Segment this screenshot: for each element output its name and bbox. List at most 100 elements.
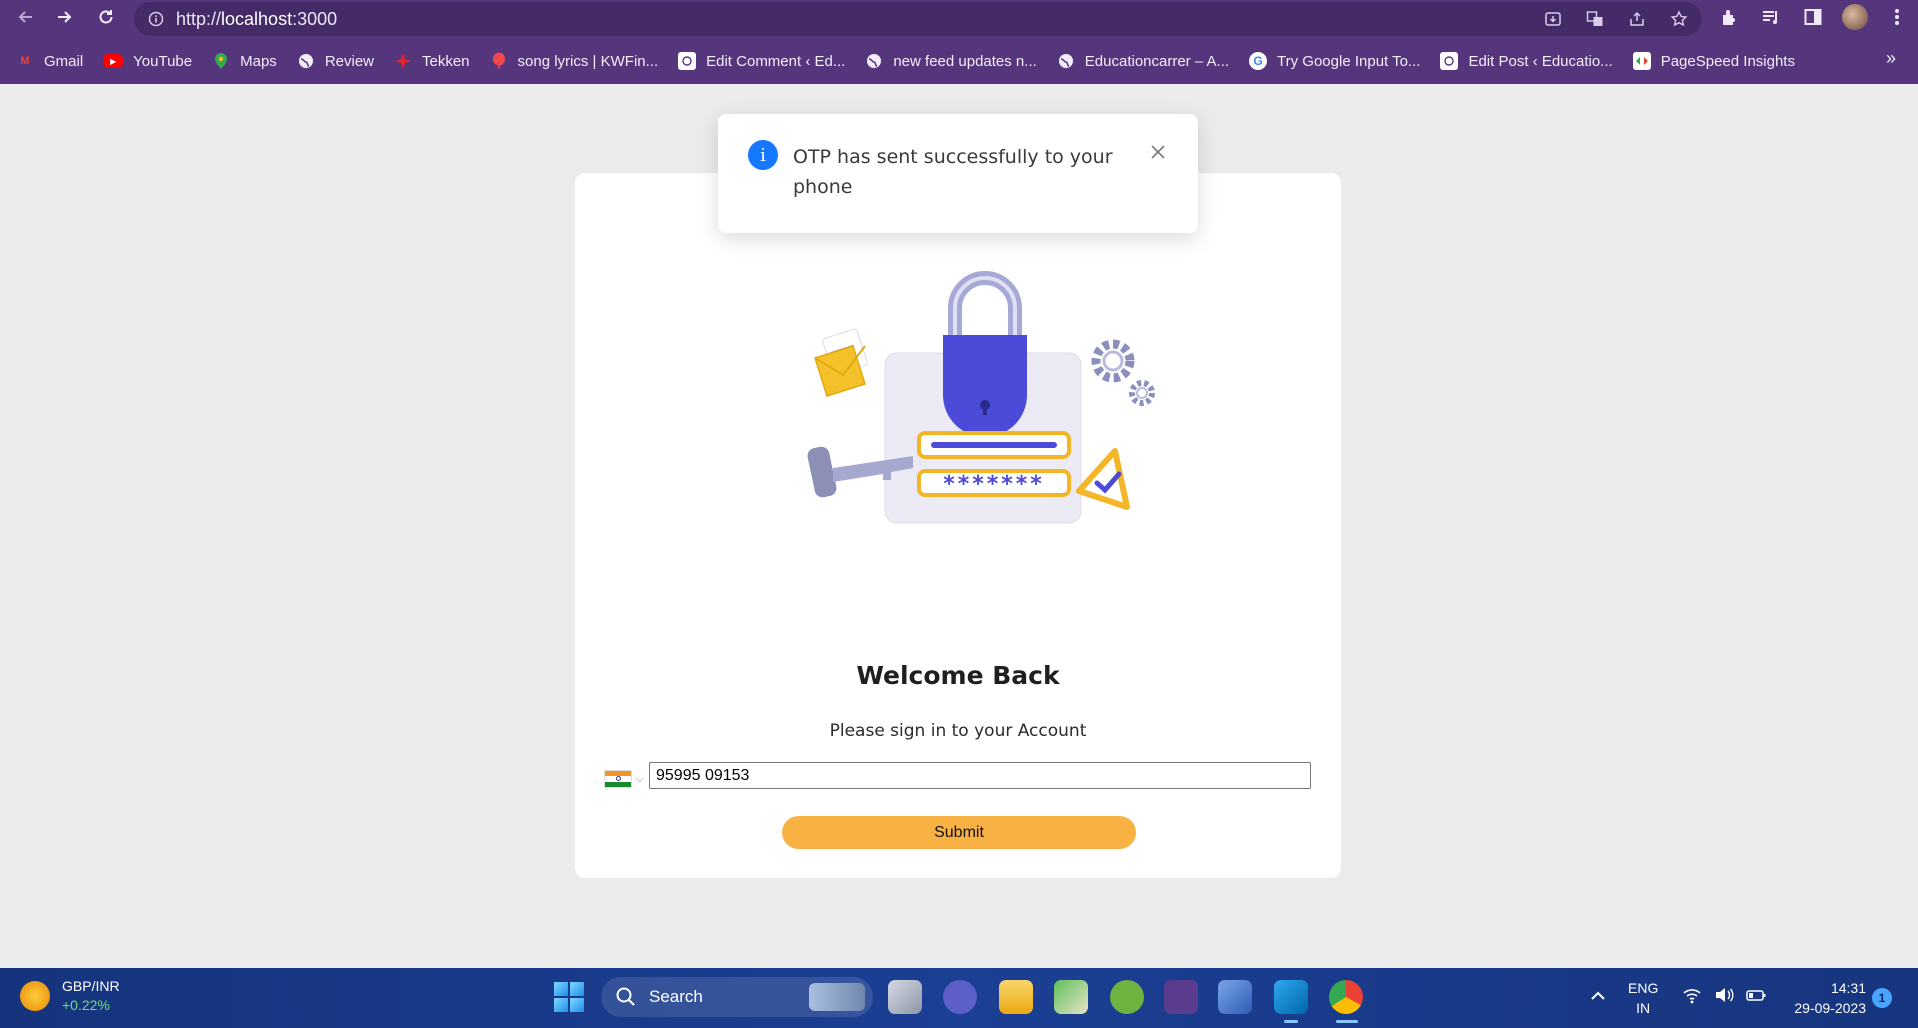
bookmark-google-input[interactable]: G Try Google Input To... [1249, 46, 1420, 76]
bookmark-youtube[interactable]: ▶ YouTube [103, 46, 192, 76]
file-explorer-icon[interactable] [999, 980, 1033, 1014]
clock-date: 29-09-2023 [1794, 1000, 1866, 1016]
share-icon[interactable] [1626, 8, 1648, 30]
start-button[interactable] [554, 982, 584, 1012]
forward-button[interactable] [50, 4, 78, 30]
chevron-up-icon[interactable] [1588, 986, 1608, 1006]
arrow-right-icon [58, 11, 72, 23]
bookmark-edit-comment[interactable]: Edit Comment ‹ Ed... [678, 46, 845, 76]
bookmark-pagespeed[interactable]: PageSpeed Insights [1632, 46, 1795, 76]
submit-button[interactable]: Submit [782, 816, 1136, 849]
bookmark-label: YouTube [133, 52, 193, 70]
browser-chrome: http://localhost:3000 M Gmail ▶ YouTube Ma… [0, 0, 1918, 84]
taskbar-search[interactable]: Search [601, 977, 873, 1017]
task-view-icon[interactable] [888, 980, 922, 1014]
app-icon[interactable] [1164, 980, 1198, 1014]
widget-title: GBP/INR [62, 978, 120, 994]
bookmark-label: Edit Post ‹ Educatio... [1468, 52, 1613, 70]
teams-chat-icon[interactable] [943, 980, 977, 1014]
bookmark-label: song lyrics | KWFin... [517, 52, 659, 70]
info-icon: i [748, 140, 778, 170]
kwfinder-icon [490, 52, 508, 70]
widget-change: +0.22% [62, 997, 110, 1013]
bookmark-label: Gmail [44, 52, 84, 70]
bookmark-gmail[interactable]: M Gmail [16, 46, 83, 76]
url-host: localhost [221, 8, 293, 29]
bookmark-edit-post[interactable]: Edit Post ‹ Educatio... [1440, 46, 1613, 76]
close-toast-button[interactable] [1146, 140, 1170, 164]
bookmark-kwfinder[interactable]: song lyrics | KWFin... [490, 46, 659, 76]
vscode-running-indicator [1284, 1020, 1298, 1023]
bookmark-label: new feed updates n... [893, 52, 1037, 70]
side-panel-icon[interactable] [1800, 4, 1826, 30]
globe-icon [297, 52, 315, 70]
language-code: ENG [1628, 980, 1659, 996]
site-icon [1440, 52, 1459, 70]
bookmark-label: PageSpeed Insights [1660, 52, 1795, 70]
check-triangle-icon [1076, 448, 1130, 510]
toast-message: OTP has sent successfully to your phone [793, 146, 1113, 198]
maps-icon [212, 52, 230, 70]
currency-widget[interactable]: GBP/INR +0.22% [20, 978, 120, 1013]
remote-desktop-icon[interactable] [1218, 980, 1252, 1014]
notepad-icon[interactable] [1054, 980, 1088, 1014]
language-indicator[interactable]: ENG IN [1628, 978, 1658, 1018]
site-info-icon[interactable] [148, 11, 164, 27]
bookmark-maps[interactable]: Maps [212, 46, 277, 76]
spring-tool-icon[interactable] [1110, 980, 1144, 1014]
security-lock-illustration: ******* [807, 271, 1155, 524]
chrome-running-indicator [1336, 1020, 1358, 1023]
extensions-icon[interactable] [1716, 4, 1742, 30]
wifi-icon [1683, 989, 1701, 1004]
translate-icon[interactable] [1584, 8, 1606, 30]
battery-icon [1746, 990, 1766, 1001]
profile-avatar[interactable] [1842, 4, 1868, 30]
tekken-icon [394, 52, 412, 70]
arrow-left-icon [18, 11, 32, 23]
bookmark-star-icon[interactable] [1668, 8, 1690, 30]
notification-badge[interactable]: 1 [1872, 988, 1892, 1008]
reading-list-icon[interactable] [1758, 4, 1784, 30]
bookmark-label: Edit Comment ‹ Ed... [706, 52, 846, 70]
browser-actions [1716, 4, 1910, 30]
india-flag-icon [604, 770, 632, 788]
taskbar-clock[interactable]: 14:31 29-09-2023 [1780, 978, 1866, 1018]
omnibox-actions [1542, 8, 1690, 30]
globe-icon [1057, 52, 1075, 70]
url-port: :3000 [292, 8, 338, 29]
avatar [1842, 4, 1868, 30]
bookmarks-overflow-button[interactable]: » [1886, 48, 1896, 69]
url-scheme: http:// [176, 8, 222, 29]
search-icon [616, 987, 635, 1006]
system-tray-icons[interactable] [1682, 986, 1766, 1004]
bookmark-tekken[interactable]: Tekken [394, 46, 470, 76]
windows-taskbar: GBP/INR +0.22% Search ENG IN 14:31 29-09… [0, 968, 1918, 1028]
bookmark-review[interactable]: Review [297, 46, 374, 76]
menu-kebab-icon[interactable] [1884, 4, 1910, 30]
region-code: IN [1636, 1000, 1651, 1016]
vscode-icon[interactable] [1274, 980, 1308, 1014]
volume-icon [1716, 988, 1734, 1002]
bookmark-educationcarrer[interactable]: Educationcarrer – A... [1057, 46, 1229, 76]
otp-toast-notification: i OTP has sent successfully to your phon… [718, 114, 1198, 233]
page-title: Welcome Back [856, 661, 1060, 690]
clock-time: 14:31 [1830, 980, 1866, 996]
search-label: Search [649, 987, 703, 1006]
currency-icon [20, 980, 50, 1011]
envelope-icon [814, 328, 868, 397]
back-button[interactable] [12, 4, 40, 30]
install-app-icon[interactable] [1542, 8, 1564, 30]
reload-button[interactable] [92, 4, 120, 30]
bookmark-label: Educationcarrer – A... [1084, 52, 1230, 70]
site-icon [678, 52, 697, 70]
chrome-icon[interactable] [1329, 980, 1363, 1014]
bookmark-label: Tekken [422, 52, 470, 70]
chevron-down-icon: ⌵ [636, 773, 644, 785]
bookmark-new-feed[interactable]: new feed updates n... [865, 46, 1037, 76]
bookmark-label: Review [324, 52, 374, 70]
address-bar[interactable]: http://localhost:3000 [134, 2, 1702, 36]
youtube-icon: ▶ [103, 54, 124, 68]
close-icon [1151, 145, 1165, 159]
country-code-select[interactable]: ⌵ [604, 767, 648, 791]
phone-number-input[interactable] [649, 762, 1311, 789]
